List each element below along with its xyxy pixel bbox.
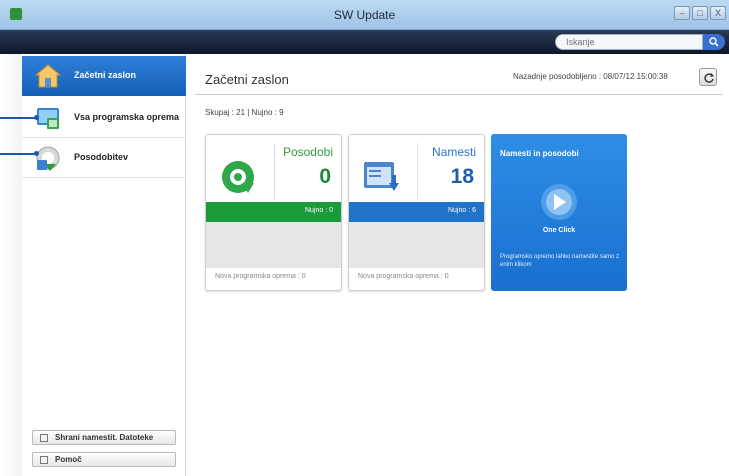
one-click-label: One Click [542, 227, 576, 234]
search-input[interactable] [555, 34, 703, 50]
last-updated-text: Nazadnje posodobljeno : 08/07/12 15:00:3… [513, 72, 668, 81]
callout-dot [34, 115, 39, 120]
install-urgent-text: Nujno : 6 [447, 207, 476, 214]
home-icon [34, 64, 62, 88]
sidebar-item-label: Posodobitev [74, 152, 129, 162]
sidebar-item-all-software[interactable]: Vsa programska oprema [22, 98, 186, 138]
install-card-area [349, 222, 484, 268]
install-card-title: Namesti [431, 145, 476, 159]
save-install-files-button[interactable]: Shrani namestit. Datoteke [32, 430, 176, 445]
sidebar-item-home[interactable]: Začetni zaslon [22, 56, 186, 96]
minimize-button[interactable]: – [674, 6, 690, 20]
update-count: 0 [319, 165, 331, 188]
update-icon [36, 146, 60, 171]
one-click-card[interactable]: Namesti in posodobi One Click Programsko… [491, 134, 627, 291]
sidebar-item-label: Vsa programska oprema [74, 112, 180, 122]
save-icon [40, 434, 48, 442]
summary-text: Skupaj : 21 | Nujno : 9 [205, 108, 284, 117]
search-box [555, 34, 725, 50]
help-icon [40, 456, 48, 464]
update-urgent-text: Nujno : 0 [304, 207, 333, 214]
update-new-software-text: Nova programska oprema : 0 [215, 273, 306, 280]
update-urgent-bar: Nujno : 0 [206, 202, 341, 222]
search-button[interactable] [703, 34, 725, 50]
install-urgent-bar: Nujno : 6 [349, 202, 484, 222]
one-click-title: Namesti in posodobi [500, 149, 579, 158]
install-count: 18 [450, 165, 474, 188]
update-card-title: Posodobi [282, 145, 333, 159]
header-divider [195, 94, 723, 95]
one-click-description: Programsko opremo lahko namestite samo z… [500, 254, 620, 268]
sidebar: Začetni zaslon Vsa programska oprema Pos… [22, 54, 186, 476]
toolbar [0, 30, 729, 54]
page-title: Začetni zaslon [205, 72, 289, 87]
refresh-button[interactable] [699, 68, 717, 86]
save-install-files-label: Shrani namestit. Datoteke [55, 433, 154, 442]
install-window-icon [364, 162, 399, 191]
install-new-software-text: Nova programska oprema : 0 [358, 273, 449, 280]
sidebar-item-update[interactable]: Posodobitev [22, 138, 186, 178]
sidebar-item-label: Začetni zaslon [74, 70, 137, 80]
card-divider [417, 143, 418, 199]
install-card[interactable]: Namesti 18 Nujno : 6 Nova programska opr… [348, 134, 485, 291]
close-button[interactable]: X [710, 6, 726, 20]
update-circle-icon [222, 161, 254, 193]
update-card[interactable]: Posodobi 0 Nujno : 0 Nova programska opr… [205, 134, 342, 291]
title-bar: SW Update – □ X [0, 0, 729, 30]
arrow-right-circle-icon [541, 184, 577, 220]
refresh-icon [704, 73, 714, 83]
search-icon [709, 37, 719, 47]
callout-line [0, 117, 36, 119]
callout-dot [34, 151, 39, 156]
help-button[interactable]: Pomoč [32, 452, 176, 467]
callout-line [0, 153, 36, 155]
maximize-button[interactable]: □ [692, 6, 708, 20]
main-panel: Začetni zaslon Nazadnje posodobljeno : 0… [187, 54, 729, 476]
help-label: Pomoč [55, 455, 82, 464]
card-divider [274, 143, 275, 199]
update-card-area [206, 222, 341, 268]
window-title: SW Update [333, 8, 396, 22]
